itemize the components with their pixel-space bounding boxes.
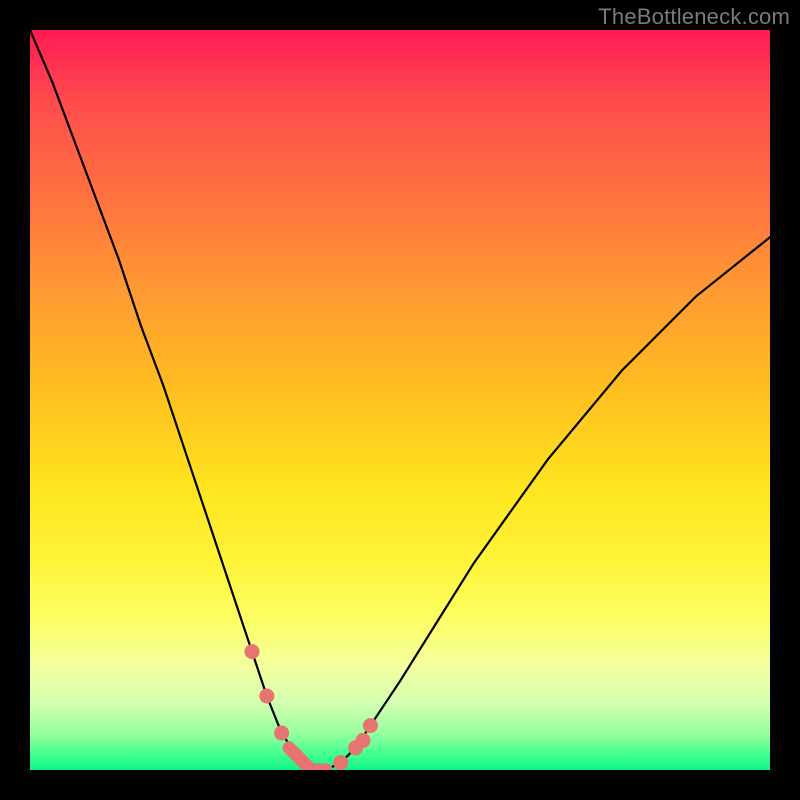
marker-dot [274, 726, 289, 741]
bottleneck-curve [30, 30, 770, 770]
marker-dot [245, 644, 260, 659]
plot-area [30, 30, 770, 770]
marker-dot [333, 755, 348, 770]
marker-dot [363, 718, 378, 733]
marker-dot [259, 689, 274, 704]
outer-frame: TheBottleneck.com [0, 0, 800, 800]
marker-group [245, 644, 378, 770]
watermark-text: TheBottleneck.com [598, 4, 790, 30]
marker-dot [356, 733, 371, 748]
curve-path [30, 30, 770, 770]
